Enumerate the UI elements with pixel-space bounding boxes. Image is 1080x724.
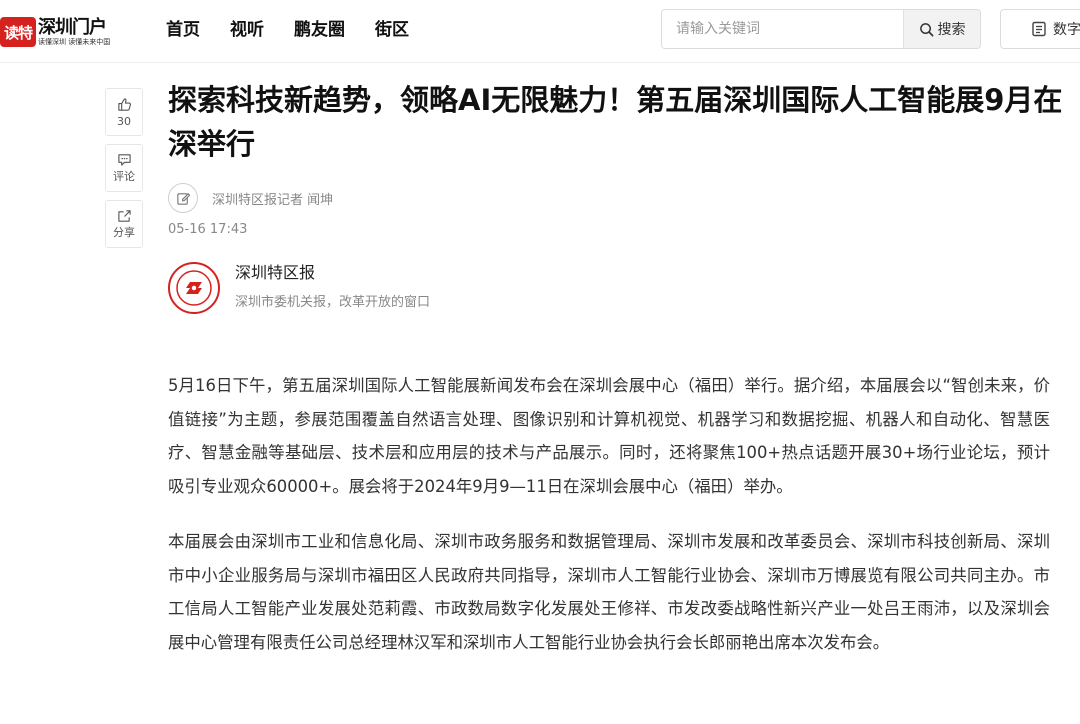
comment-label: 评论 bbox=[113, 170, 135, 183]
source-block: 深圳特区报 深圳市委机关报，改革开放的窗口 bbox=[168, 262, 430, 314]
digital-newspaper-button[interactable]: 数字报 bbox=[1000, 9, 1080, 49]
logo-slogan: 读懂深圳 读懂未来中国 bbox=[38, 37, 111, 46]
search-icon bbox=[919, 22, 933, 36]
search-box: 搜索 bbox=[661, 9, 981, 49]
like-count: 30 bbox=[117, 114, 131, 128]
nav-pengyouquan[interactable]: 鹏友圈 bbox=[294, 18, 345, 42]
action-sidebar: 30 评论 分享 bbox=[105, 88, 143, 256]
like-button[interactable]: 30 bbox=[105, 88, 143, 136]
logo-badge: 读特 bbox=[0, 17, 36, 47]
main-nav: 首页 视听 鹏友圈 街区 bbox=[166, 18, 439, 42]
search-button[interactable]: 搜索 bbox=[903, 10, 980, 48]
author-line: 深圳特区报记者 闻坤 bbox=[168, 183, 333, 213]
edit-pen-icon bbox=[168, 183, 198, 213]
source-name[interactable]: 深圳特区报 bbox=[235, 262, 430, 284]
search-button-label: 搜索 bbox=[937, 22, 966, 38]
comment-icon bbox=[117, 154, 131, 166]
site-header: 读特 深圳门户 读懂深圳 读懂未来中国 首页 视听 鹏友圈 街区 搜索 数字报 bbox=[0, 0, 1080, 63]
article-paragraph: 5月16日下午，第五届深圳国际人工智能展新闻发布会在深圳会展中心（福田）举行。据… bbox=[168, 376, 1050, 496]
author-name: 深圳特区报记者 闻坤 bbox=[212, 192, 334, 208]
nav-video[interactable]: 视听 bbox=[230, 18, 264, 42]
source-description: 深圳市委机关报，改革开放的窗口 bbox=[235, 295, 431, 310]
logo-main-text: 深圳门户 bbox=[38, 16, 107, 38]
source-logo[interactable] bbox=[168, 262, 220, 314]
logo-text: 深圳门户 读懂深圳 读懂未来中国 bbox=[38, 16, 111, 47]
site-logo[interactable]: 读特 深圳门户 读懂深圳 读懂未来中国 bbox=[0, 12, 118, 52]
article-paragraph: 本届展会由深圳市工业和信息化局、深圳市政务服务和数据管理局、深圳市发展和改革委员… bbox=[168, 532, 1050, 652]
newspaper-emblem-icon bbox=[176, 270, 212, 306]
nav-home[interactable]: 首页 bbox=[166, 18, 200, 42]
source-info: 深圳特区报 深圳市委机关报，改革开放的窗口 bbox=[235, 262, 430, 314]
search-input[interactable] bbox=[662, 10, 903, 48]
digital-newspaper-label: 数字报 bbox=[1053, 22, 1080, 38]
nav-block[interactable]: 街区 bbox=[375, 18, 409, 42]
share-label: 分享 bbox=[113, 226, 135, 239]
newspaper-icon bbox=[1032, 21, 1046, 37]
article-title: 探索科技新趋势，领略AI无限魅力！第五届深圳国际人工智能展9月在深举行 bbox=[168, 83, 1063, 161]
article-body: 5月16日下午，第五届深圳国际人工智能展新闻发布会在深圳会展中心（福田）举行。据… bbox=[168, 369, 1050, 681]
share-button[interactable]: 分享 bbox=[105, 200, 143, 248]
publish-time: 05-16 17:43 bbox=[168, 222, 248, 237]
thumbs-up-icon bbox=[117, 97, 131, 111]
share-icon bbox=[117, 210, 131, 222]
comment-button[interactable]: 评论 bbox=[105, 144, 143, 192]
